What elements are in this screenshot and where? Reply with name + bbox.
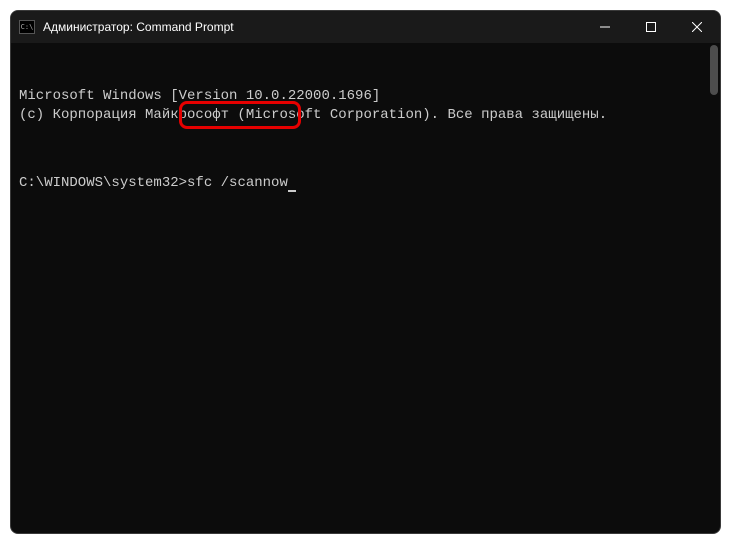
terminal-content[interactable]: Microsoft Windows [Version 10.0.22000.16… [11,43,720,533]
command-line: C:\WINDOWS\system32>sfc /scannow [19,174,712,193]
close-button[interactable] [674,11,720,43]
titlebar[interactable]: C:\ Администратор: Command Prompt [11,11,720,43]
prompt: C:\WINDOWS\system32> [19,175,187,191]
minimize-button[interactable] [582,11,628,43]
window-controls [582,11,720,43]
command-input[interactable]: sfc /scannow [187,175,288,191]
copyright-line: (c) Корпорация Майкрософт (Microsoft Cor… [19,106,712,125]
version-line: Microsoft Windows [Version 10.0.22000.16… [19,87,712,106]
window-title: Администратор: Command Prompt [43,20,582,34]
command-prompt-window: C:\ Администратор: Command Prompt Micros… [10,10,721,534]
scrollbar[interactable] [710,45,718,95]
cursor-icon [288,190,296,192]
maximize-button[interactable] [628,11,674,43]
cmd-icon: C:\ [19,20,35,34]
